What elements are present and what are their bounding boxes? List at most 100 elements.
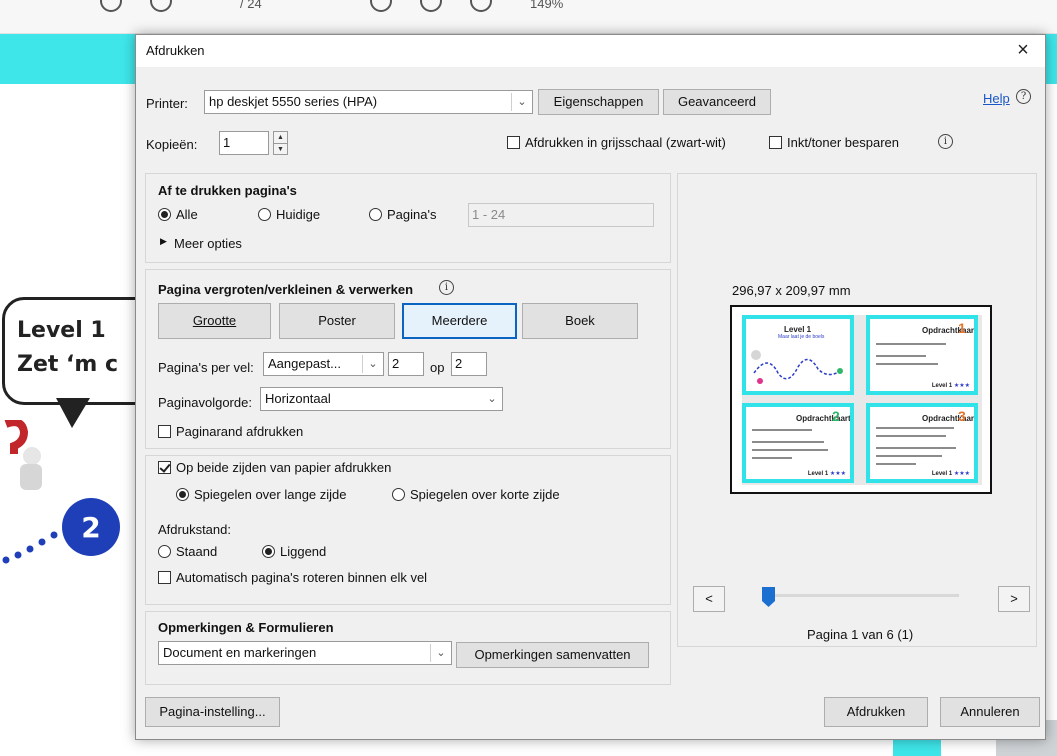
thumbnail-number: 3 — [958, 408, 966, 424]
size-button[interactable]: Grootte — [158, 303, 271, 339]
print-button[interactable]: Afdrukken — [824, 697, 928, 727]
preview-thumbnail: Opdrachtkaart 1 Level 1 ★★★ — [866, 315, 978, 395]
advanced-button[interactable]: Geavanceerd — [663, 89, 771, 115]
background-toolbar: / 24 149% — [0, 0, 1057, 34]
stars-icon: ★★★ — [953, 383, 970, 389]
bubble-line-2: Zet ‘m c — [17, 352, 119, 377]
flip-long-edge-radio[interactable] — [176, 488, 189, 501]
document-header-band — [0, 34, 150, 84]
pages-range-radio[interactable] — [369, 208, 382, 221]
auto-rotate-label: Automatisch pagina's roteren binnen elk … — [176, 570, 428, 585]
sizing-heading: Pagina vergroten/verkleinen & verwerken — [158, 282, 414, 297]
sizing-info-icon[interactable]: i — [439, 280, 454, 295]
both-sides-checkbox[interactable] — [158, 461, 171, 474]
printer-select[interactable]: hp deskjet 5550 series (HPA) ⌄ — [204, 90, 533, 114]
pages-all-radio[interactable] — [158, 208, 171, 221]
save-ink-checkbox[interactable] — [769, 136, 782, 149]
page-slider-track[interactable] — [765, 594, 959, 597]
page-indicator: Pagina 1 van 6 (1) — [807, 627, 914, 642]
stepper-down-icon[interactable]: ▼ — [274, 143, 287, 154]
preview-thumbnail: Level 1 Maar laat je de boels — [742, 315, 854, 395]
grayscale-label: Afdrukken in grijsschaal (zwart-wit) — [525, 135, 726, 150]
thumbnail-title: Opdrachtkaart — [796, 414, 851, 423]
preview-page: Level 1 Maar laat je de boels Opdrachtka… — [730, 305, 992, 494]
pages-per-sheet-value: Aangepast... — [268, 356, 341, 371]
thumbnail-subtitle: Maar laat je de boels — [778, 334, 825, 340]
flip-short-edge-radio[interactable] — [392, 488, 405, 501]
stars-icon: ★★★ — [829, 471, 846, 477]
thumbnail-title: Opdrachtkaart — [922, 414, 977, 423]
properties-button[interactable]: Eigenschappen — [538, 89, 659, 115]
help-link[interactable]: Help — [983, 91, 1010, 106]
toolbar-zoom-level[interactable]: 149% — [530, 0, 563, 11]
help-icon[interactable]: ? — [1016, 89, 1031, 104]
chevron-down-icon: ⌄ — [436, 647, 446, 659]
columns-input[interactable]: 2 — [388, 352, 424, 376]
thumbnail-footer: Level 1 ★★★ — [931, 383, 970, 389]
page-setup-button[interactable]: Pagina-instelling... — [145, 697, 280, 727]
printer-select-value: hp deskjet 5550 series (HPA) — [209, 94, 378, 109]
toolbar-forward-icon[interactable] — [150, 0, 172, 12]
both-sides-label: Op beide zijden van papier afdrukken — [176, 460, 392, 475]
landscape-label: Liggend — [280, 544, 327, 559]
grayscale-checkbox[interactable] — [507, 136, 520, 149]
thumbnail-title: Level 1 — [784, 325, 812, 334]
portrait-radio[interactable] — [158, 545, 171, 558]
chevron-down-icon: ⌄ — [487, 393, 497, 405]
path-dots — [2, 531, 58, 564]
op-label: op — [430, 360, 445, 375]
multiple-button[interactable]: Meerdere — [402, 303, 517, 339]
step-number-badge: 2 — [62, 498, 120, 556]
pages-all-label: Alle — [176, 207, 198, 222]
copies-label: Kopieën: — [146, 137, 198, 152]
poster-button[interactable]: Poster — [279, 303, 395, 339]
landscape-radio[interactable] — [262, 545, 275, 558]
comments-select[interactable]: Document en markeringen ⌄ — [158, 641, 452, 665]
print-border-checkbox[interactable] — [158, 425, 171, 438]
page-order-value: Horizontaal — [265, 391, 331, 406]
preview-thumbnail: Opdrachtkaart 2 Level 1 ★★★ — [742, 403, 854, 483]
toolbar-zoom-out-icon[interactable] — [370, 0, 392, 12]
previous-page-button[interactable]: < — [693, 586, 725, 612]
info-icon[interactable]: i — [938, 134, 953, 149]
thumbnail-number: 2 — [832, 408, 840, 424]
toolbar-page-count: / 24 — [240, 0, 262, 11]
copies-stepper[interactable]: ▲ ▼ — [273, 131, 288, 155]
stepper-up-icon[interactable]: ▲ — [274, 132, 287, 143]
auto-rotate-checkbox[interactable] — [158, 571, 171, 584]
comments-select-value: Document en markeringen — [163, 645, 317, 660]
flip-long-edge-label: Spiegelen over lange zijde — [194, 487, 347, 502]
more-options-link[interactable]: Meer opties — [174, 236, 242, 251]
page-range-input[interactable]: 1 - 24 — [468, 203, 654, 227]
summarize-comments-button[interactable]: Opmerkingen samenvatten — [456, 642, 649, 668]
comments-heading: Opmerkingen & Formulieren — [158, 620, 334, 635]
toolbar-back-icon[interactable] — [100, 0, 122, 12]
pages-current-radio[interactable] — [258, 208, 271, 221]
orientation-label: Afdrukstand: — [158, 522, 231, 537]
thumbnail-path-illustration — [751, 350, 843, 384]
print-dialog: Afdrukken × Printer: hp deskjet 5550 ser… — [135, 34, 1046, 740]
booklet-button[interactable]: Boek — [522, 303, 638, 339]
toolbar-zoom-in-icon[interactable] — [420, 0, 442, 12]
portrait-label: Staand — [176, 544, 218, 559]
help-link-text[interactable]: Help — [983, 91, 1010, 106]
cancel-button[interactable]: Annuleren — [940, 697, 1040, 727]
thumbnail-footer: Level 1 ★★★ — [807, 471, 846, 477]
close-button[interactable]: × — [1011, 39, 1035, 63]
pages-range-label: Pagina's — [387, 207, 437, 222]
preview-thumbnail: Opdrachtkaart 3 Level 1 ★★★ — [866, 403, 978, 483]
toolbar-fit-icon[interactable] — [470, 0, 492, 12]
pages-per-sheet-label: Pagina's per vel: — [158, 360, 254, 375]
expand-triangle-icon[interactable]: ▶ — [160, 236, 167, 247]
printer-label: Printer: — [146, 96, 188, 111]
next-page-button[interactable]: > — [998, 586, 1030, 612]
page-order-select[interactable]: Horizontaal ⌄ — [260, 387, 503, 411]
chevron-down-icon: ⌄ — [517, 96, 527, 108]
pages-per-sheet-select[interactable]: Aangepast... ⌄ — [263, 352, 384, 376]
thinking-figure-icon — [4, 420, 42, 490]
print-border-label: Paginarand afdrukken — [176, 424, 304, 439]
rows-input[interactable]: 2 — [451, 352, 487, 376]
copies-input[interactable]: 1 — [219, 131, 269, 155]
flip-short-edge-label: Spiegelen over korte zijde — [410, 487, 560, 502]
paper-size-label: 296,97 x 209,97 mm — [732, 283, 851, 298]
